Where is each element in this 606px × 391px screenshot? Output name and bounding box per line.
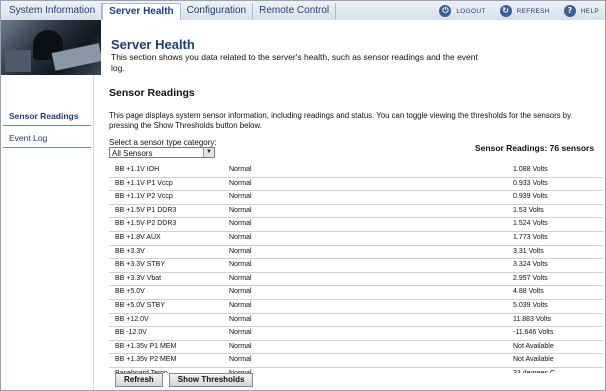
sensor-name: BB +12.0V (115, 315, 149, 323)
sensor-count: Sensor Readings: 76 sensors (475, 143, 595, 153)
table-row: BB +1.35v P1 MEM Normal Not Available (109, 341, 603, 355)
table-row: BB +3.3V Vbat Normal 2.957 Volts (109, 273, 603, 287)
sensor-reading: Not Available (513, 356, 554, 364)
page-header: Server Health This section shows you dat… (1, 20, 605, 75)
table-row: BB +12.0V Normal 11.883 Volts (109, 314, 603, 328)
page-description: This section shows you data related to t… (111, 52, 478, 73)
section-intro: This page displays system sensor informa… (109, 111, 572, 130)
sensor-reading: 1.524 Volts (513, 220, 548, 228)
table-row: BB +1.5V P2 DDR3 Normal 1.524 Volts (109, 218, 603, 232)
table-row: BB +1.5V P1 DDR3 Normal 1.53 Volts (109, 205, 603, 219)
sidebar-item-sensor-readings[interactable]: Sensor Readings (3, 109, 91, 126)
sensor-reading: 2.957 Volts (513, 274, 548, 282)
sensor-name: BB +1.5V P2 DDR3 (115, 220, 177, 228)
table-row: BB +5.0V STBY Normal 5.039 Volts (109, 300, 603, 314)
refresh-icon[interactable]: ↻ (499, 5, 512, 17)
sensor-reading: 5.039 Volts (513, 301, 548, 309)
tab-configuration[interactable]: Configuration (181, 3, 254, 19)
logout-label[interactable]: LOGOUT (456, 8, 485, 15)
utility-links: ⏻ LOGOUT ↻ REFRESH? HELP (425, 3, 599, 19)
sensor-name: BB +5.0V STBY (115, 301, 165, 309)
sensor-status: Normal (229, 261, 252, 269)
sensor-type-select[interactable]: All Sensors ▼ (109, 147, 215, 158)
sensor-table: BB +1.1V IOH Normal 1.088 Volts BB +1.1V P1… (109, 164, 603, 373)
sensor-status: Normal (229, 233, 252, 241)
sensor-status: Normal (229, 166, 252, 173)
sensor-status: Normal (229, 179, 252, 187)
sensor-status: Normal (229, 356, 252, 364)
sensor-name: BB +1.5V P1 DDR3 (115, 206, 177, 214)
sensor-reading: 1.088 Volts (513, 166, 548, 173)
sensor-reading: 4.88 Volts (513, 288, 544, 296)
sensor-reading: 1.773 Volts (513, 233, 548, 241)
show-thresholds-button[interactable]: Show Thresholds (168, 373, 254, 387)
sensor-name: BB +1.35v P1 MEM (115, 342, 177, 350)
section-heading: Sensor Readings (109, 87, 195, 99)
refresh-label[interactable]: REFRESH (517, 8, 550, 15)
table-row: BB +1.1V P2 Vccp Normal 0.939 Volts (109, 191, 603, 205)
sensor-name: BB +3.3V STBY (115, 261, 165, 269)
sensor-reading: 3.324 Volts (513, 261, 548, 269)
sensor-name: BB +1.1V IOH (115, 166, 160, 173)
top-navigation: System Information Server Health Configura… (1, 1, 605, 21)
sensor-name: BB +3.3V (115, 247, 145, 255)
help-icon[interactable]: ? (563, 5, 576, 17)
sensor-status: Normal (229, 193, 252, 201)
sensor-status: Normal (229, 247, 252, 255)
sensor-reading: -11.646 Volts (513, 329, 554, 337)
table-row: BB +1.1V P1 Vccp Normal 0.933 Volts (109, 178, 603, 192)
sensor-name: BB +1.35v P2 MEM (115, 356, 177, 364)
refresh-button[interactable]: Refresh (115, 373, 163, 387)
tab-remote-control[interactable]: Remote Control (253, 3, 337, 19)
header-photo (1, 20, 101, 75)
refresh-link[interactable]: ↻ REFRESH (499, 5, 550, 17)
sensor-reading: 0.933 Volts (513, 179, 548, 187)
sidebar: Sensor Readings Event Log (1, 109, 93, 153)
logout-icon[interactable]: ⏻ (439, 5, 452, 17)
chevron-down-icon[interactable]: ▼ (203, 148, 214, 157)
table-row: BB +3.3V Normal 3.31 Volts (109, 246, 603, 260)
table-row: BB +5.0V Normal 4.88 Volts (109, 286, 603, 300)
help-label[interactable]: HELP (581, 8, 599, 15)
sensor-name: BB +5.0V (115, 288, 145, 296)
sensor-status: Normal (229, 342, 252, 350)
page-title: Server Health (111, 37, 195, 52)
sensor-type-label: Select a sensor type category: (109, 138, 217, 147)
table-row: BB +3.3V STBY Normal 3.324 Volts (109, 259, 603, 273)
logout-link[interactable]: ⏻ LOGOUT (439, 5, 485, 17)
sensor-type-value: All Sensors (112, 149, 153, 158)
sidebar-divider (93, 75, 94, 390)
table-row: BB +1.8V AUX Normal 1.773 Volts (109, 232, 603, 246)
sensor-status: Normal (229, 206, 252, 214)
sensor-name: BB +3.3V Vbat (115, 274, 162, 282)
sensor-reading: Not Available (513, 342, 554, 350)
nav-tabs: System Information Server Health Configura… (3, 3, 337, 21)
table-row: BB +1.35v P2 MEM Normal Not Available (109, 354, 603, 368)
sidebar-item-event-log[interactable]: Event Log (3, 131, 91, 148)
sensor-reading: 0.939 Volts (513, 193, 548, 201)
sensor-name: BB +1.8V AUX (115, 233, 161, 241)
sensor-status: Normal (229, 220, 252, 228)
sensor-reading: 3.31 Volts (513, 247, 544, 255)
sensor-reading: 33 degrees C (513, 370, 555, 373)
app-window: System Information Server Health Configura… (0, 0, 606, 391)
sensor-reading: 11.883 Volts (513, 315, 552, 323)
button-bar: Refresh Show Thresholds (115, 373, 259, 387)
sensor-status: Normal (229, 329, 252, 337)
sensor-name: BB +1.1V P2 Vccp (115, 193, 173, 201)
sensor-status: Normal (229, 274, 252, 282)
tab-server-health[interactable]: Server Health (102, 3, 181, 21)
table-row: BB +1.1V IOH Normal 1.088 Volts (109, 164, 603, 178)
sensor-name: BB +1.1V P1 Vccp (115, 179, 173, 187)
sensor-status: Normal (229, 315, 252, 323)
sensor-status: Normal (229, 301, 252, 309)
tab-system-information[interactable]: System Information (3, 3, 103, 19)
sensor-name: BB -12.0V (115, 329, 147, 337)
help-link[interactable]: ? HELP (563, 5, 599, 17)
sensor-reading: 1.53 Volts (513, 206, 544, 214)
sensor-status: Normal (229, 288, 252, 296)
table-row: BB -12.0V Normal -11.646 Volts (109, 327, 603, 341)
